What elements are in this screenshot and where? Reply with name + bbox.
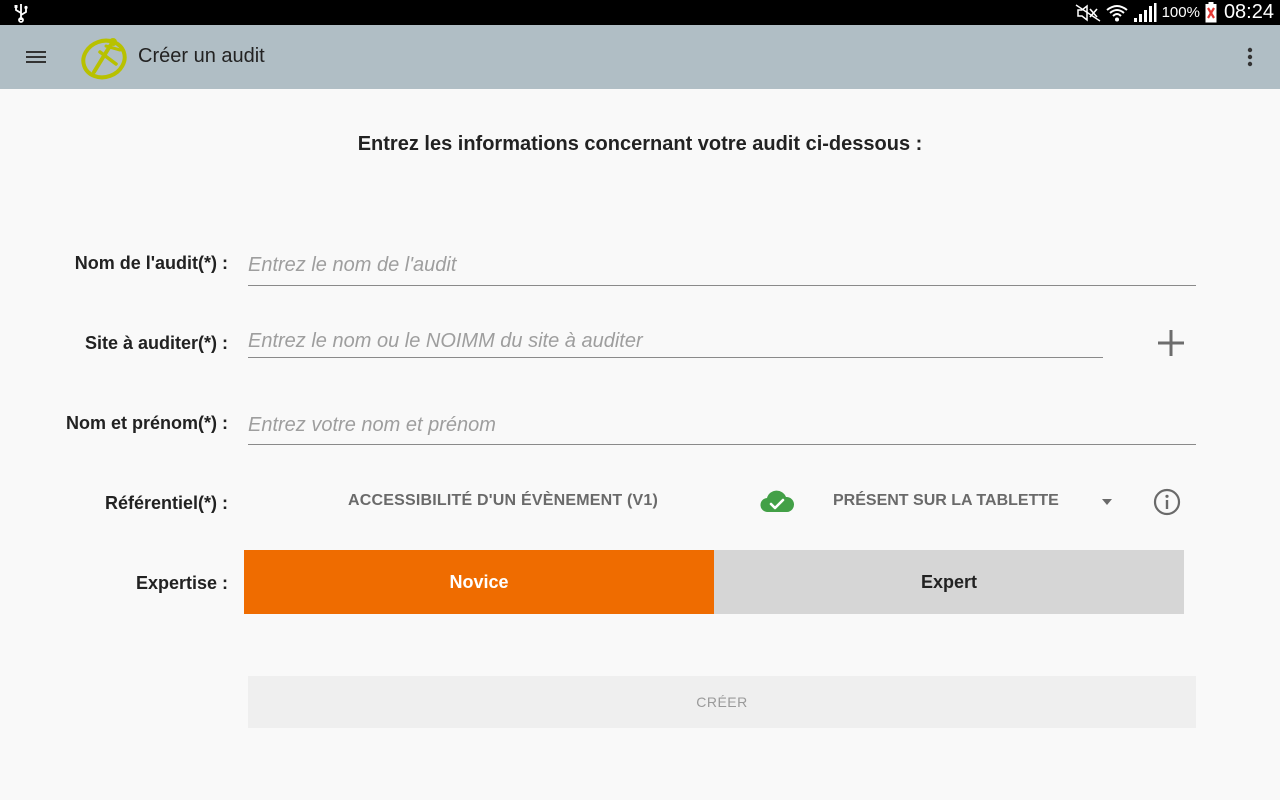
referential-value[interactable]: ACCESSIBILITÉ D'UN ÉVÈNEMENT (V1) <box>348 492 658 510</box>
usb-icon <box>14 4 28 23</box>
cloud-check-icon <box>760 490 795 513</box>
dropdown-caret-icon[interactable] <box>1100 497 1114 507</box>
referential-status-dropdown[interactable]: PRÉSENT SUR LA TABLETTE <box>833 492 1059 510</box>
info-icon[interactable] <box>1152 487 1182 517</box>
app-bar: Créer un audit <box>0 25 1280 89</box>
add-site-plus-icon[interactable] <box>1154 326 1188 360</box>
auditor-name-input[interactable] <box>248 406 1196 445</box>
referential-label: Référentiel(*) : <box>104 493 228 513</box>
status-bar: 100% 08:24 <box>0 0 1280 25</box>
wifi-icon <box>1105 4 1128 21</box>
create-button[interactable]: CRÉER <box>248 676 1196 728</box>
overflow-menu-icon[interactable] <box>1240 43 1260 71</box>
expertise-expert-button[interactable]: Expert <box>714 550 1184 614</box>
menu-icon[interactable] <box>20 45 52 69</box>
site-input[interactable] <box>248 326 1103 358</box>
site-label: Site à auditer(*) : <box>84 333 228 353</box>
expertise-novice-button[interactable]: Novice <box>244 550 714 614</box>
page-title: Créer un audit <box>138 45 265 67</box>
battery-icon <box>1205 2 1217 23</box>
audit-name-label: Nom de l'audit(*) : <box>74 253 228 273</box>
signal-icon <box>1133 2 1157 22</box>
form-heading: Entrez les informations concernant votre… <box>357 133 923 155</box>
audit-name-input[interactable] <box>248 246 1196 286</box>
auditor-name-label: Nom et prénom(*) : <box>66 413 228 433</box>
expertise-label: Expertise : <box>135 573 228 593</box>
clock: 08:24 <box>1223 1 1274 23</box>
mute-icon <box>1075 3 1100 22</box>
app-logo-icon <box>81 38 127 80</box>
battery-percent: 100% <box>1161 4 1200 21</box>
